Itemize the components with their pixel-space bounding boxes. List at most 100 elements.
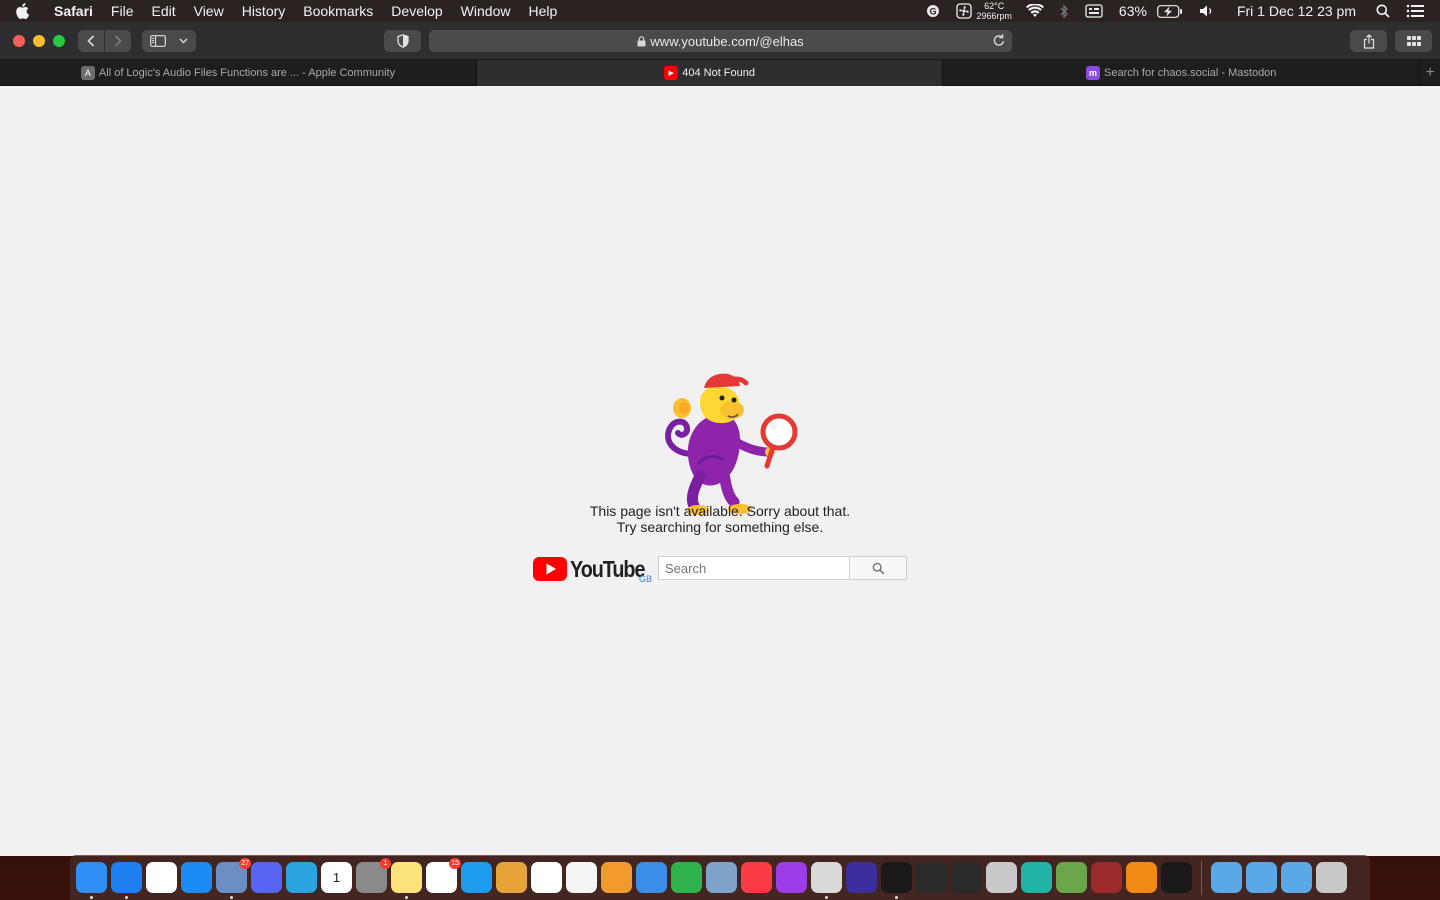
chevron-down-icon	[179, 38, 188, 43]
tab-overview-button[interactable]	[1395, 30, 1432, 52]
bluetooth-icon[interactable]	[1052, 0, 1077, 22]
menu-app-name[interactable]: Safari	[44, 0, 102, 22]
menu-file[interactable]: File	[102, 0, 143, 22]
mail-icon[interactable]: 27	[216, 858, 251, 899]
menu-bookmarks[interactable]: Bookmarks	[294, 0, 382, 22]
youtube-logo[interactable]: YouTube GB	[533, 556, 657, 584]
sidebar-toggle-button[interactable]	[142, 29, 196, 52]
fullscreen-window-button[interactable]	[53, 34, 65, 47]
gear-icon[interactable]: 1	[356, 858, 391, 893]
utilities-folder-icon[interactable]	[1246, 862, 1277, 893]
address-bar[interactable]: www.youtube.com/@elhas	[429, 30, 1012, 52]
activity-icon[interactable]	[881, 862, 912, 899]
url-text: www.youtube.com/@elhas	[650, 33, 804, 49]
menu-window[interactable]: Window	[452, 0, 520, 22]
minecraft-icon[interactable]	[1056, 862, 1087, 893]
music-icon[interactable]	[741, 862, 772, 893]
chrome-icon[interactable]	[146, 862, 177, 893]
vlc-icon[interactable]	[1126, 862, 1157, 893]
calendar-day-label: 1	[332, 870, 341, 885]
menu-view[interactable]: View	[185, 0, 233, 22]
navigation-buttons	[78, 29, 131, 52]
fan-icon[interactable]	[948, 0, 974, 22]
preview-icon[interactable]	[706, 862, 737, 893]
back-button[interactable]	[78, 29, 104, 52]
calendar-icon[interactable]: 1	[321, 862, 352, 893]
downloads-folder-icon[interactable]	[1281, 862, 1312, 893]
tab-title: Search for chaos.social - Mastodon	[1104, 67, 1277, 79]
notes-icon[interactable]	[391, 862, 422, 899]
close-window-button[interactable]	[13, 34, 25, 47]
podcasts-icon[interactable]	[776, 862, 807, 893]
running-indicator	[90, 896, 93, 899]
apple-menu-icon[interactable]	[0, 3, 44, 19]
error-message: This page isn't available. Sorry about t…	[520, 503, 920, 535]
tab-title: All of Logic's Audio Files Functions are…	[98, 67, 396, 79]
applications-folder-icon[interactable]	[1211, 862, 1242, 893]
obs-icon[interactable]	[951, 862, 982, 893]
telegram-icon[interactable]	[286, 862, 317, 893]
youtube-play-icon	[533, 557, 567, 581]
status-app-icon[interactable]: G	[918, 0, 948, 22]
battery-percent[interactable]: 63%	[1111, 0, 1149, 22]
photos-icon[interactable]	[531, 862, 562, 893]
running-indicator	[825, 896, 828, 899]
tab-mastodon[interactable]: m Search for chaos.social - Mastodon	[943, 60, 1421, 86]
volume-icon[interactable]	[1191, 0, 1223, 22]
control-center-icon[interactable]	[1398, 0, 1440, 22]
menu-clock[interactable]: Fri 1 Dec 12 23 pm	[1223, 3, 1368, 19]
headphones-icon[interactable]	[846, 862, 877, 893]
pineapple-icon[interactable]	[496, 862, 527, 893]
browser-toolbar: www.youtube.com/@elhas	[0, 22, 1440, 60]
lock-icon	[637, 35, 646, 47]
safari-icon[interactable]	[111, 862, 142, 899]
tab-apple-community[interactable]: A All of Logic's Audio Files Functions a…	[0, 60, 478, 86]
menu-develop[interactable]: Develop	[382, 0, 451, 22]
dictionary-icon[interactable]	[1091, 862, 1122, 893]
fan-stats[interactable]: 62°C 2966rpm	[974, 1, 1018, 21]
privacy-report-button[interactable]	[384, 30, 421, 52]
keyboard-input-icon[interactable]	[1077, 0, 1111, 22]
share-button[interactable]	[1350, 30, 1387, 52]
dock: 27 1 1 15	[70, 855, 1370, 900]
battery-charging-icon[interactable]	[1149, 0, 1191, 22]
terminal-icon[interactable]	[1161, 862, 1192, 893]
menu-edit[interactable]: Edit	[142, 0, 184, 22]
spotlight-search-icon[interactable]	[1368, 0, 1398, 22]
finder-icon[interactable]	[76, 862, 107, 899]
forward-button[interactable]	[105, 29, 131, 52]
reload-icon[interactable]	[992, 33, 1006, 48]
discord-icon[interactable]	[251, 862, 282, 893]
automator-icon[interactable]	[986, 862, 1017, 893]
temperature-readout: 62°C	[984, 1, 1005, 11]
search-input[interactable]	[658, 556, 850, 580]
disk-icon[interactable]	[811, 862, 842, 899]
app-store-icon[interactable]	[181, 862, 212, 893]
menu-help[interactable]: Help	[519, 0, 566, 22]
region-code: GB	[639, 574, 653, 584]
search-icon	[872, 562, 884, 574]
trash-icon[interactable]	[1316, 862, 1347, 893]
tab-youtube-404[interactable]: ▶ 404 Not Found	[477, 60, 944, 86]
dock-separator	[1201, 860, 1202, 895]
quicktime-icon[interactable]	[916, 862, 947, 893]
share-icon	[1363, 33, 1374, 49]
wifi-icon[interactable]	[1018, 0, 1052, 22]
new-tab-button[interactable]: +	[1420, 60, 1440, 85]
search-button[interactable]	[849, 556, 907, 580]
affinity-icon[interactable]	[461, 862, 492, 893]
youtube-wordmark: YouTube	[570, 556, 645, 582]
textedit-icon[interactable]	[566, 862, 597, 893]
safari-window: www.youtube.com/@elhas A All of Logic's …	[0, 22, 1440, 856]
notification-badge: 15	[449, 858, 461, 869]
menu-history[interactable]: History	[233, 0, 295, 22]
numbers-icon[interactable]	[671, 862, 702, 893]
keynote-icon[interactable]	[636, 862, 667, 893]
reminders-icon[interactable]: 15	[426, 858, 461, 893]
screen-icon[interactable]	[1021, 862, 1052, 893]
minimize-window-button[interactable]	[33, 34, 45, 47]
running-indicator	[895, 896, 898, 899]
running-indicator	[230, 896, 233, 899]
pages-icon[interactable]	[601, 862, 632, 893]
error-line-2: Try searching for something else.	[616, 519, 824, 535]
